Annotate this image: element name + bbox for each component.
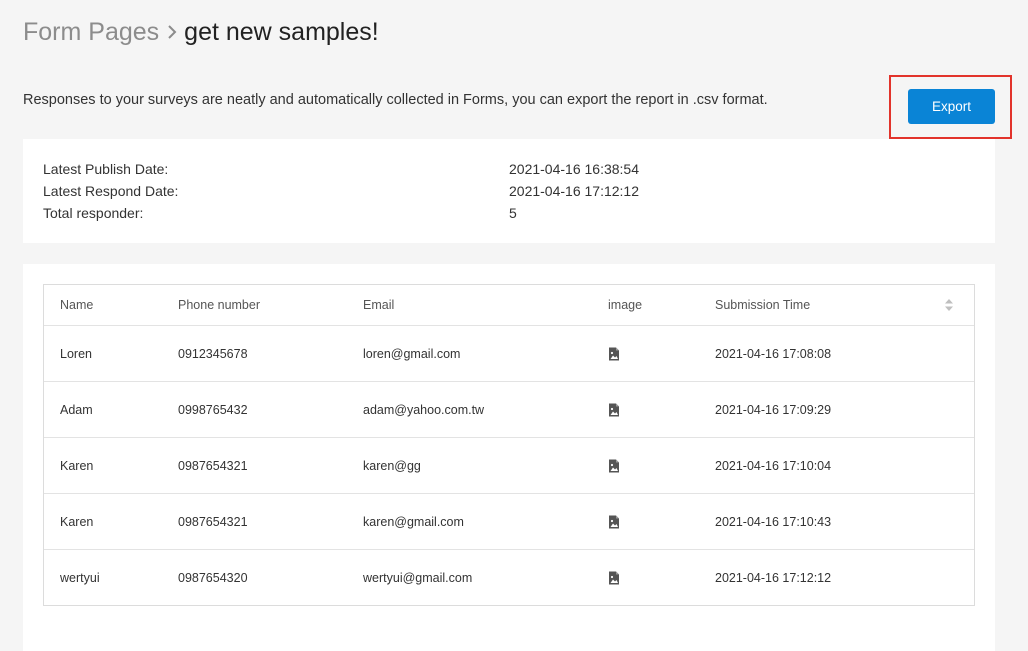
cell-name: Karen [60, 514, 94, 529]
image-file-icon[interactable] [608, 438, 620, 493]
cell-phone: 0912345678 [178, 346, 248, 361]
table-header-row: Name Phone number Email image Submission… [44, 285, 974, 325]
cell-name: Loren [60, 346, 92, 361]
column-header-image: image [608, 298, 643, 312]
summary-row-respond-date: Latest Respond Date: 2021-04-16 17:12:12 [43, 182, 639, 200]
image-file-icon[interactable] [608, 326, 620, 381]
cell-phone: 0987654320 [178, 570, 248, 585]
responses-table: Name Phone number Email image Submission… [43, 284, 975, 606]
table-row: Karen 0987654321 karen@gg 2021-04-16 17:… [44, 437, 974, 493]
summary-label: Latest Respond Date: [43, 183, 179, 199]
cell-name: Adam [60, 402, 93, 417]
page-title: get new samples! [184, 18, 379, 46]
cell-email: karen@gmail.com [363, 514, 464, 529]
page-description: Responses to your surveys are neatly and… [23, 92, 768, 108]
summary-value: 2021-04-16 16:38:54 [509, 161, 639, 177]
cell-email: karen@gg [363, 458, 421, 473]
breadcrumb-parent-link[interactable]: Form Pages [23, 16, 159, 48]
image-file-icon[interactable] [608, 550, 620, 605]
cell-submission-time: 2021-04-16 17:08:08 [715, 346, 832, 361]
cell-email: loren@gmail.com [363, 346, 461, 361]
sort-icon[interactable] [944, 285, 954, 325]
summary-row-publish-date: Latest Publish Date: 2021-04-16 16:38:54 [43, 160, 639, 178]
cell-phone: 0987654321 [178, 514, 248, 529]
table-row: Adam 0998765432 adam@yahoo.com.tw 2021-0… [44, 381, 974, 437]
image-file-icon[interactable] [608, 382, 620, 437]
summary-card: Latest Publish Date: 2021-04-16 16:38:54… [23, 139, 995, 243]
summary-row-total-responder: Total responder: 5 [43, 204, 517, 222]
cell-phone: 0987654321 [178, 458, 248, 473]
responses-card: Name Phone number Email image Submission… [23, 264, 995, 651]
cell-submission-time: 2021-04-16 17:10:04 [715, 458, 832, 473]
column-header-name: Name [60, 298, 94, 312]
table-row: wertyui 0987654320 wertyui@gmail.com 202… [44, 549, 974, 605]
cell-submission-time: 2021-04-16 17:09:29 [715, 402, 832, 417]
cell-phone: 0998765432 [178, 402, 248, 417]
column-header-email: Email [363, 298, 395, 312]
cell-email: adam@yahoo.com.tw [363, 402, 485, 417]
image-file-icon[interactable] [608, 494, 620, 549]
table-row: Karen 0987654321 karen@gmail.com 2021-04… [44, 493, 974, 549]
summary-value: 2021-04-16 17:12:12 [509, 183, 639, 199]
summary-label: Total responder: [43, 205, 144, 221]
export-button[interactable]: Export [908, 89, 995, 124]
cell-name: Karen [60, 458, 94, 473]
summary-label: Latest Publish Date: [43, 161, 169, 177]
column-header-phone: Phone number [178, 298, 261, 312]
cell-email: wertyui@gmail.com [363, 570, 473, 585]
cell-submission-time: 2021-04-16 17:12:12 [715, 570, 832, 585]
table-row: Loren 0912345678 loren@gmail.com 2021-04… [44, 325, 974, 381]
breadcrumb: Form Pages get new samples! [23, 16, 379, 48]
summary-value: 5 [509, 205, 517, 221]
chevron-right-icon [167, 24, 177, 40]
cell-name: wertyui [60, 570, 100, 585]
column-header-submission-time[interactable]: Submission Time [715, 285, 810, 325]
cell-submission-time: 2021-04-16 17:10:43 [715, 514, 832, 529]
